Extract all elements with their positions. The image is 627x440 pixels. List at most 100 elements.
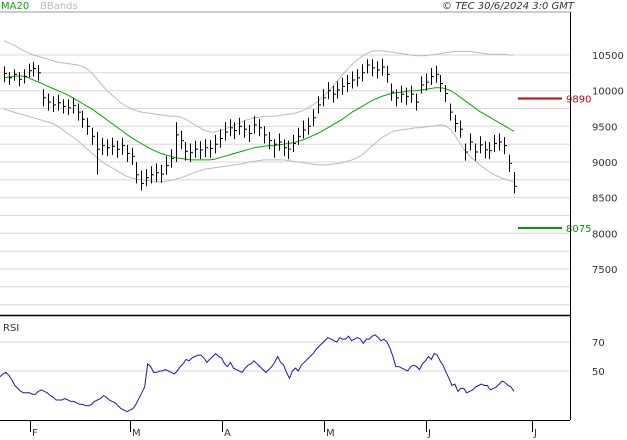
x-axis-label: F bbox=[32, 428, 38, 439]
ohlc-bar bbox=[259, 119, 262, 137]
ohlc-bar bbox=[87, 117, 90, 135]
ohlc-bar bbox=[73, 97, 76, 114]
x-axis-label: J bbox=[533, 428, 537, 439]
ohlc-bar bbox=[254, 116, 257, 134]
ohlc-bar bbox=[455, 114, 458, 132]
rsi-y-tick-label: 70 bbox=[592, 338, 605, 349]
ohlc-bar bbox=[372, 59, 375, 77]
x-axis-label: A bbox=[224, 428, 231, 439]
x-axis-label: M bbox=[132, 428, 141, 439]
price-y-tick-label: 8000 bbox=[592, 229, 617, 240]
rsi-title: RSI bbox=[3, 323, 19, 334]
rsi-gridlines bbox=[0, 341, 570, 372]
ohlc-bar bbox=[274, 139, 277, 158]
ohlc-bar bbox=[205, 139, 208, 157]
ohlc-bar bbox=[342, 77, 345, 95]
ohlc-bar bbox=[470, 133, 473, 151]
ohlc-bar bbox=[151, 166, 154, 184]
price-y-tick-label: 7500 bbox=[592, 265, 617, 276]
rsi-series bbox=[0, 334, 515, 413]
ohlc-bar bbox=[14, 69, 17, 81]
ohlc-bar bbox=[24, 69, 27, 84]
ohlc-bar bbox=[450, 103, 453, 121]
ohlc-bar bbox=[284, 139, 287, 157]
ohlc-bar bbox=[181, 130, 184, 150]
chart-area: 98908075 105001000095009000850080007500 … bbox=[0, 1, 624, 439]
ohlc-bar bbox=[509, 154, 512, 172]
ohlc-bar bbox=[185, 142, 188, 161]
ohlc-bar bbox=[43, 89, 46, 107]
price-level-resistance: 9890 bbox=[518, 95, 591, 106]
price-y-tick-label: 10000 bbox=[592, 87, 624, 98]
ohlc-bar bbox=[210, 139, 213, 158]
ohlc-bar bbox=[480, 136, 483, 154]
rsi-panel: 70 50 RSI bbox=[0, 323, 605, 413]
ma20-line bbox=[3, 75, 515, 161]
price-y-tick-label: 10500 bbox=[592, 51, 624, 62]
ohlc-bar bbox=[230, 119, 233, 137]
ohlc-bar bbox=[387, 65, 390, 83]
x-axis-label: M bbox=[326, 428, 335, 439]
ohlc-bar bbox=[308, 117, 311, 135]
ohlc-bar bbox=[38, 65, 41, 81]
ohlc-bar bbox=[499, 133, 502, 151]
rsi-line bbox=[0, 334, 515, 413]
ohlc-bar bbox=[244, 120, 247, 138]
ohlc-bar bbox=[78, 103, 81, 121]
ohlc-bar bbox=[239, 117, 242, 135]
ohlc-bar bbox=[249, 124, 252, 142]
price-y-tick-labels: 10500 10000 9500 9000 8500 8000 7500 bbox=[592, 51, 624, 276]
ohlc-bar bbox=[475, 143, 478, 161]
ohlc-bar bbox=[279, 133, 282, 151]
ohlc-bar bbox=[97, 132, 100, 175]
ohlc-bar bbox=[225, 122, 228, 141]
svg-text:9890: 9890 bbox=[566, 95, 591, 106]
ohlc-bar bbox=[337, 81, 340, 99]
ohlc-bar bbox=[362, 64, 365, 82]
ohlc-bar bbox=[220, 129, 223, 148]
ohlc-bar bbox=[436, 65, 439, 83]
ohlc-bar bbox=[494, 134, 497, 152]
ohlc-bar bbox=[53, 96, 56, 113]
ohlc-bar bbox=[333, 85, 336, 103]
ohlc-bar bbox=[465, 143, 468, 161]
ohlc-bar bbox=[391, 83, 394, 101]
price-gridlines bbox=[0, 54, 570, 306]
bbands-legend: BBands bbox=[40, 1, 78, 12]
ohlc-bar bbox=[127, 144, 130, 162]
ohlc-bar bbox=[19, 72, 22, 87]
ohlc-bar bbox=[293, 134, 296, 152]
ohlc-bar bbox=[431, 67, 434, 85]
ohlc-bar bbox=[33, 62, 36, 77]
ohlc-bar bbox=[195, 140, 198, 158]
ohlc-bar bbox=[269, 132, 272, 150]
ohlc-bar bbox=[82, 110, 85, 128]
ohlc-bar bbox=[440, 75, 443, 93]
ohlc-bar bbox=[357, 69, 360, 87]
ohlc-bar bbox=[156, 163, 159, 182]
ohlc-bar bbox=[323, 89, 326, 107]
x-axis-labels: FMAMJJ bbox=[30, 420, 537, 439]
ohlc-bar bbox=[367, 59, 370, 74]
ohlc-bar bbox=[9, 72, 12, 85]
copyright-text: © TEC 30/6/2024 3:0 GMT bbox=[442, 1, 575, 12]
ohlc-bar bbox=[63, 99, 66, 114]
price-y-tick-label: 8500 bbox=[592, 194, 617, 205]
price-levels: 9890 8075 bbox=[518, 95, 591, 235]
ohlc-bar bbox=[303, 120, 306, 139]
ohlc-bar bbox=[514, 172, 517, 194]
ohlc-bar bbox=[215, 134, 218, 154]
ohlc-bar bbox=[166, 156, 169, 175]
ma20-series-line bbox=[3, 75, 515, 161]
ohlc-bar bbox=[401, 85, 404, 103]
ohlc-bar bbox=[146, 169, 149, 187]
bollinger-bands bbox=[3, 40, 515, 183]
ohlc-bar bbox=[92, 127, 95, 145]
ohlc-bar bbox=[102, 137, 105, 155]
svg-text:8075: 8075 bbox=[566, 224, 591, 235]
ohlc-bar bbox=[298, 127, 301, 145]
ohlc-bar bbox=[264, 126, 267, 144]
ohlc-bar bbox=[426, 73, 429, 91]
ohlc-bar bbox=[347, 75, 350, 93]
price-panel: 9890 8075 10500 10000 9500 9000 8500 8000 7500 bbox=[0, 11, 624, 306]
